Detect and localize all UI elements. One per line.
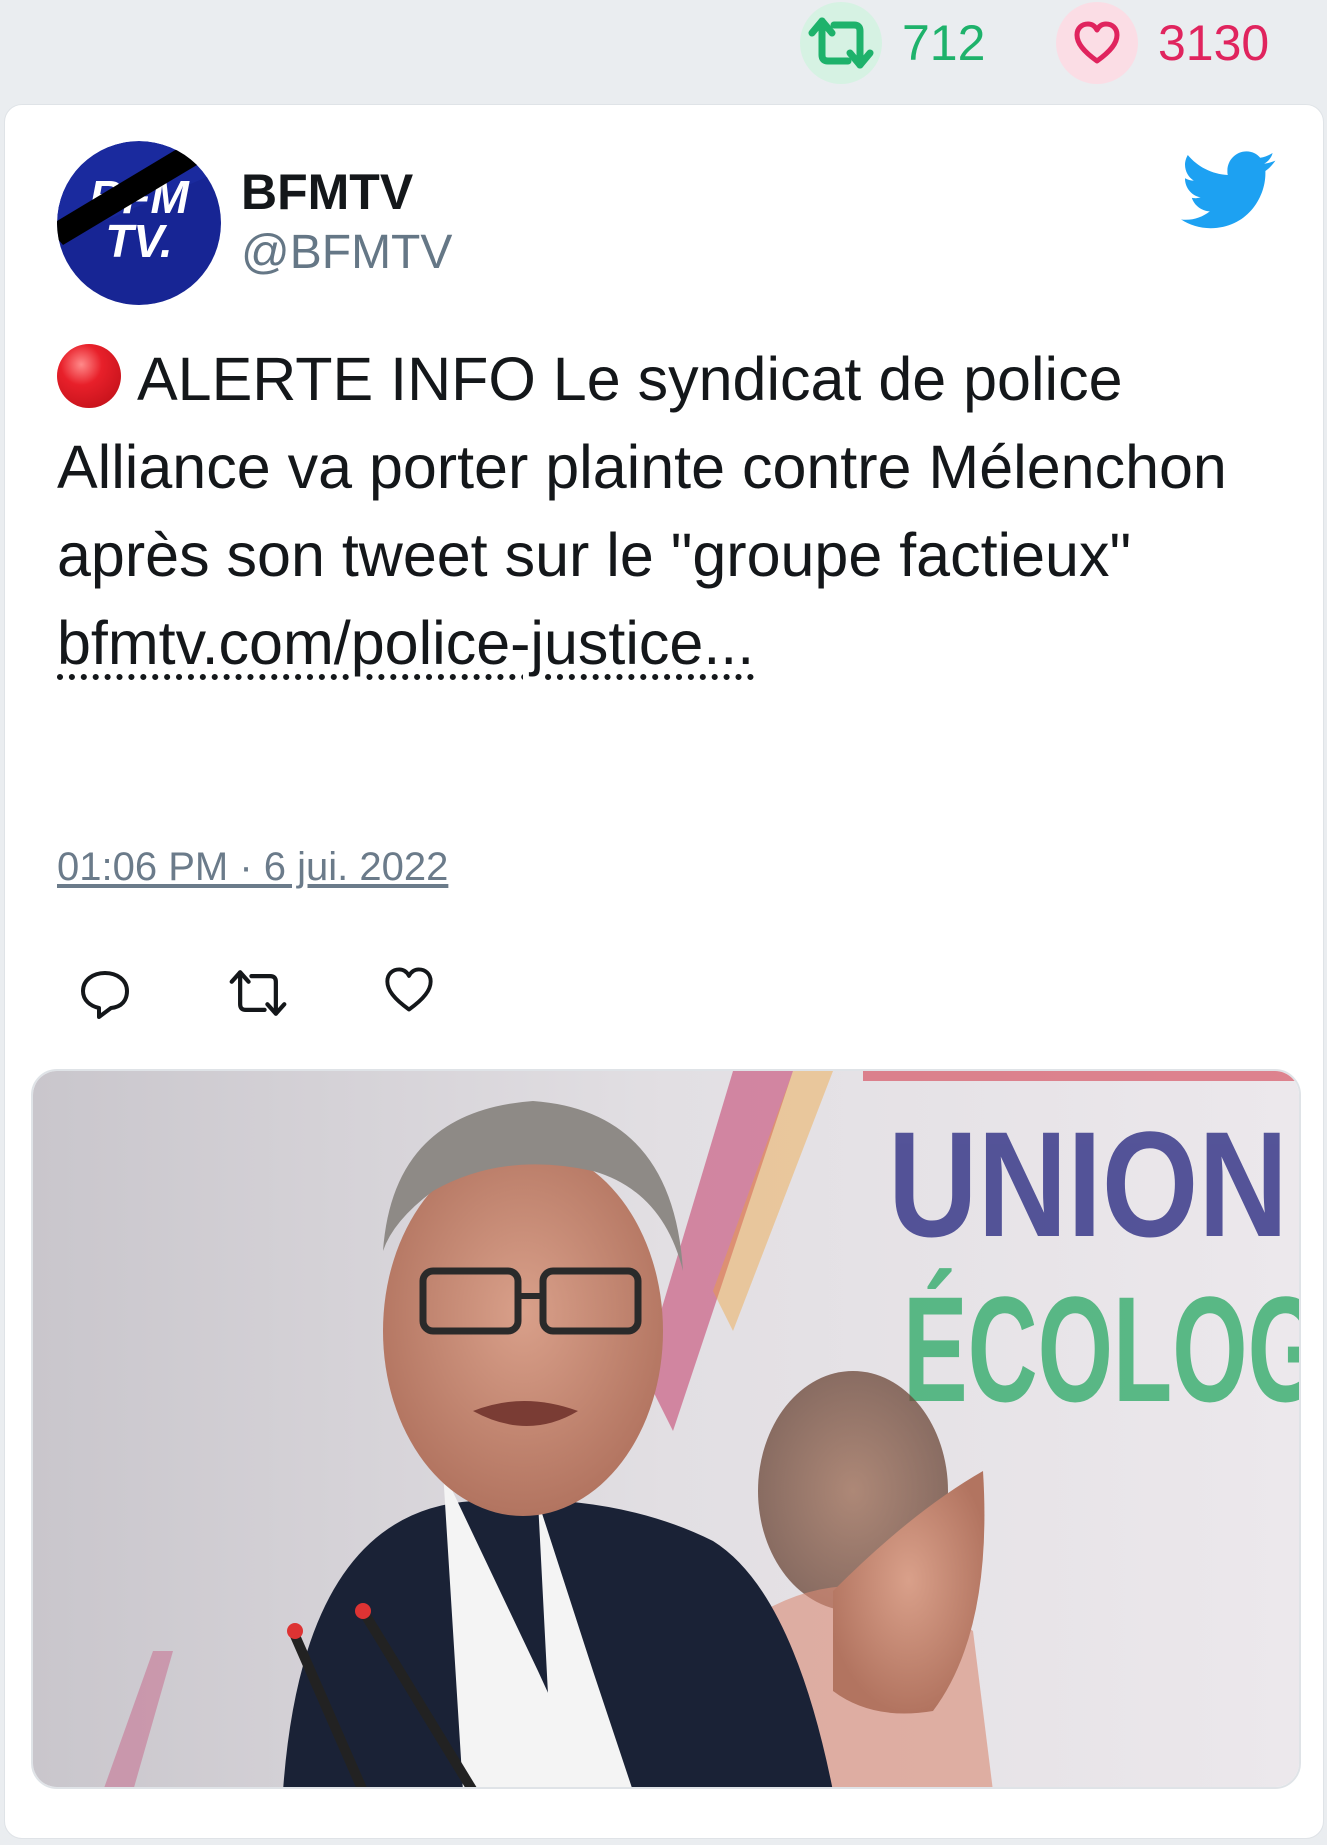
like-icon[interactable] bbox=[383, 965, 439, 1021]
tweet-header: BFM TV. BFMTV @BFMTV bbox=[57, 141, 1277, 305]
engagement-stats-bar: 712 3130 bbox=[0, 0, 1327, 100]
svg-text:ÉCOLOG: ÉCOLOG bbox=[903, 1265, 1301, 1433]
retweet-stat-icon bbox=[800, 2, 882, 84]
like-stat[interactable]: 3130 bbox=[1056, 2, 1269, 84]
svg-text:UNION: UNION bbox=[888, 1100, 1288, 1268]
tweet-body: ALERTE INFO Le syndicat de police Allian… bbox=[57, 345, 1227, 589]
user-handle[interactable]: @BFMTV bbox=[241, 225, 452, 280]
svg-text:TV.: TV. bbox=[105, 215, 172, 267]
tweet-media-photo[interactable]: UNION ÉCOLOG bbox=[31, 1069, 1301, 1789]
reply-icon[interactable] bbox=[77, 965, 133, 1021]
tweet-text: ALERTE INFO Le syndicat de police Allian… bbox=[57, 335, 1257, 687]
retweet-icon[interactable] bbox=[227, 965, 287, 1021]
like-count: 3130 bbox=[1158, 15, 1270, 71]
display-name[interactable]: BFMTV bbox=[241, 163, 413, 221]
red-circle-icon bbox=[57, 344, 121, 408]
retweet-stat[interactable]: 712 bbox=[800, 2, 985, 84]
tweet-link[interactable]: bfmtv.com/police-justice... bbox=[57, 609, 754, 677]
tweet-card: BFM TV. BFMTV @BFMTV ALERTE INFO Le synd… bbox=[4, 104, 1324, 1839]
avatar[interactable]: BFM TV. bbox=[57, 141, 221, 305]
like-stat-icon bbox=[1056, 2, 1138, 84]
twitter-bird-icon[interactable] bbox=[1181, 151, 1277, 231]
retweet-count: 712 bbox=[902, 15, 986, 71]
tweet-timestamp[interactable]: 01:06 PM · 6 jui. 2022 bbox=[57, 845, 448, 890]
